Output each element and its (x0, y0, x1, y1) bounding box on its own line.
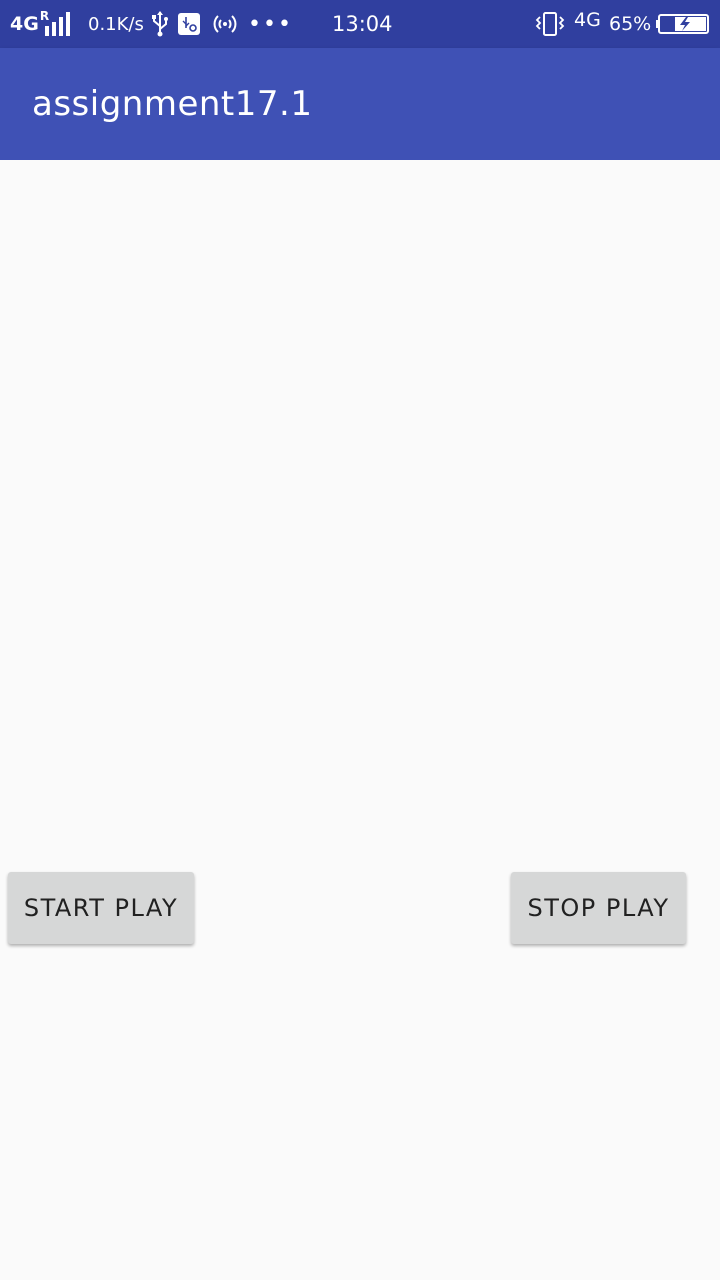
app-title: assignment17.1 (32, 84, 313, 124)
vibrate-icon (534, 0, 566, 48)
more-icon: ••• (248, 11, 293, 37)
clock: 13:04 (332, 12, 393, 36)
network-speed: 0.1K/s (88, 13, 144, 35)
start-play-button[interactable]: START PLAY (8, 872, 194, 944)
hotspot-icon (210, 0, 240, 48)
battery-charging-icon (656, 0, 710, 48)
usb-debug-icon (178, 0, 200, 48)
usb-icon (150, 0, 170, 48)
network-type-label: 4G (10, 13, 39, 35)
stop-play-button[interactable]: STOP PLAY (511, 872, 686, 944)
app-bar: assignment17.1 (0, 48, 720, 160)
status-bar: 4G R 0.1K/s ••• 13:04 4G 65% (0, 0, 720, 48)
network-type-right-label: 4G (574, 9, 601, 31)
main-content: START PLAY STOP PLAY (0, 160, 720, 1280)
signal-icon (44, 0, 74, 48)
network-type-right: 4G (574, 0, 601, 48)
battery-percent: 65% (609, 13, 652, 35)
